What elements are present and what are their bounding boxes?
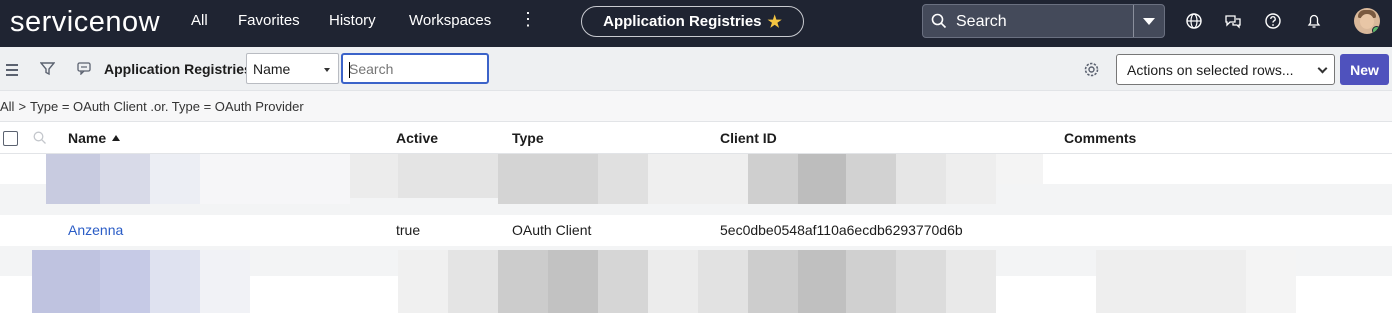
nav-history[interactable]: History (329, 12, 376, 29)
list-header-bar: Application Registries Name Actions on s… (0, 47, 1392, 91)
list-search-field[interactable] (349, 61, 479, 77)
notifications-bell-icon[interactable] (1305, 12, 1323, 30)
redacted-block (150, 154, 200, 204)
list-search-input[interactable] (341, 53, 489, 84)
redacted-block (498, 154, 598, 204)
global-search-input[interactable]: Search (956, 13, 1007, 31)
redacted-block (46, 154, 100, 204)
redacted-row (0, 154, 1392, 215)
nav-favorites[interactable]: Favorites (238, 12, 300, 29)
redacted-block (896, 154, 946, 204)
redacted-block (100, 154, 150, 204)
nav-all[interactable]: All (191, 12, 208, 29)
redacted-block (896, 250, 946, 313)
redacted-block (350, 154, 398, 198)
new-button[interactable]: New (1340, 54, 1389, 85)
gear-icon[interactable] (1083, 61, 1100, 78)
redacted-block (598, 250, 648, 313)
list-menu-icon[interactable] (6, 64, 18, 79)
redacted-block (1246, 250, 1296, 313)
breadcrumb-condition[interactable]: Type = OAuth Client .or. Type = OAuth Pr… (30, 99, 304, 114)
text-cursor (349, 62, 350, 78)
column-name-label: Name (68, 130, 107, 146)
breadcrumb-all[interactable]: All (0, 99, 14, 114)
filter-icon[interactable] (40, 61, 55, 76)
redacted-block (448, 250, 498, 313)
redacted-row (0, 246, 1392, 313)
list-label-icon[interactable] (77, 62, 91, 75)
breadcrumb: All > Type = OAuth Client .or. Type = OAut… (0, 91, 1392, 122)
search-divider (1133, 5, 1134, 37)
servicenow-logo[interactable]: servicenow (10, 6, 160, 39)
record-name-link[interactable]: Anzenna (68, 222, 123, 238)
column-header-client-id[interactable]: Client ID (720, 130, 777, 146)
chevron-down-icon (1317, 63, 1328, 74)
column-search-icon[interactable] (33, 131, 47, 145)
cell-active: true (396, 222, 421, 238)
nav-workspaces[interactable]: Workspaces (409, 12, 491, 29)
table-header: Name Active Type Client ID Comments (0, 121, 1392, 154)
redacted-block (200, 154, 350, 204)
actions-select-label: Actions on selected rows... (1127, 62, 1294, 78)
redacted-block (598, 154, 648, 204)
redacted-block (846, 154, 896, 204)
redacted-block (748, 250, 798, 313)
select-all-checkbox[interactable] (3, 131, 18, 146)
redacted-block (996, 154, 1043, 184)
top-navigation-bar: servicenow All Favorites History Workspa… (0, 0, 1392, 47)
redacted-block (200, 250, 250, 313)
chevron-down-icon (324, 68, 330, 72)
app-title: Application Registries (603, 13, 762, 30)
redacted-block (846, 250, 896, 313)
online-status-dot (1372, 26, 1380, 34)
avatar-face (1360, 14, 1374, 29)
column-header-comments[interactable]: Comments (1064, 130, 1136, 146)
list-title: Application Registries (104, 61, 252, 77)
column-header-type[interactable]: Type (512, 130, 544, 146)
search-icon (931, 13, 947, 29)
app-title-pill[interactable]: Application Registries ★ (581, 6, 804, 37)
user-avatar[interactable] (1354, 8, 1380, 34)
redacted-block (150, 250, 200, 313)
redacted-block (1096, 250, 1246, 313)
global-search[interactable]: Search (922, 4, 1165, 38)
more-menu-icon[interactable]: ⋮ (519, 9, 537, 30)
redacted-block (398, 250, 448, 313)
redacted-block (398, 154, 498, 198)
table-row[interactable]: Anzenna true OAuth Client 5ec0dbe0548af1… (0, 215, 1392, 246)
redacted-block (698, 250, 748, 313)
redacted-block (648, 250, 698, 313)
redacted-block (798, 154, 846, 204)
globe-icon[interactable] (1185, 12, 1203, 30)
column-header-active[interactable]: Active (396, 130, 438, 146)
column-header-name[interactable]: Name (68, 130, 121, 146)
redacted-block (548, 250, 598, 313)
breadcrumb-separator: > (18, 99, 27, 114)
redacted-block (100, 250, 150, 313)
redacted-block (798, 250, 846, 313)
redacted-block (648, 154, 748, 204)
redacted-block (946, 154, 996, 204)
help-icon[interactable] (1264, 12, 1282, 30)
search-field-select[interactable]: Name (246, 53, 339, 84)
chat-icon[interactable] (1224, 12, 1242, 30)
redacted-block (498, 250, 548, 313)
redacted-block (32, 250, 100, 313)
search-field-value: Name (253, 61, 291, 77)
star-favorite-icon[interactable]: ★ (768, 12, 782, 32)
redacted-block (946, 250, 996, 313)
sort-ascending-icon (112, 135, 121, 141)
actions-on-selected-rows-select[interactable]: Actions on selected rows... (1116, 54, 1335, 85)
search-scope-dropdown-icon[interactable] (1143, 18, 1155, 25)
cell-type: OAuth Client (512, 222, 592, 238)
redacted-block (748, 154, 798, 204)
cell-client-id: 5ec0dbe0548af110a6ecdb6293770d6b (720, 222, 963, 238)
